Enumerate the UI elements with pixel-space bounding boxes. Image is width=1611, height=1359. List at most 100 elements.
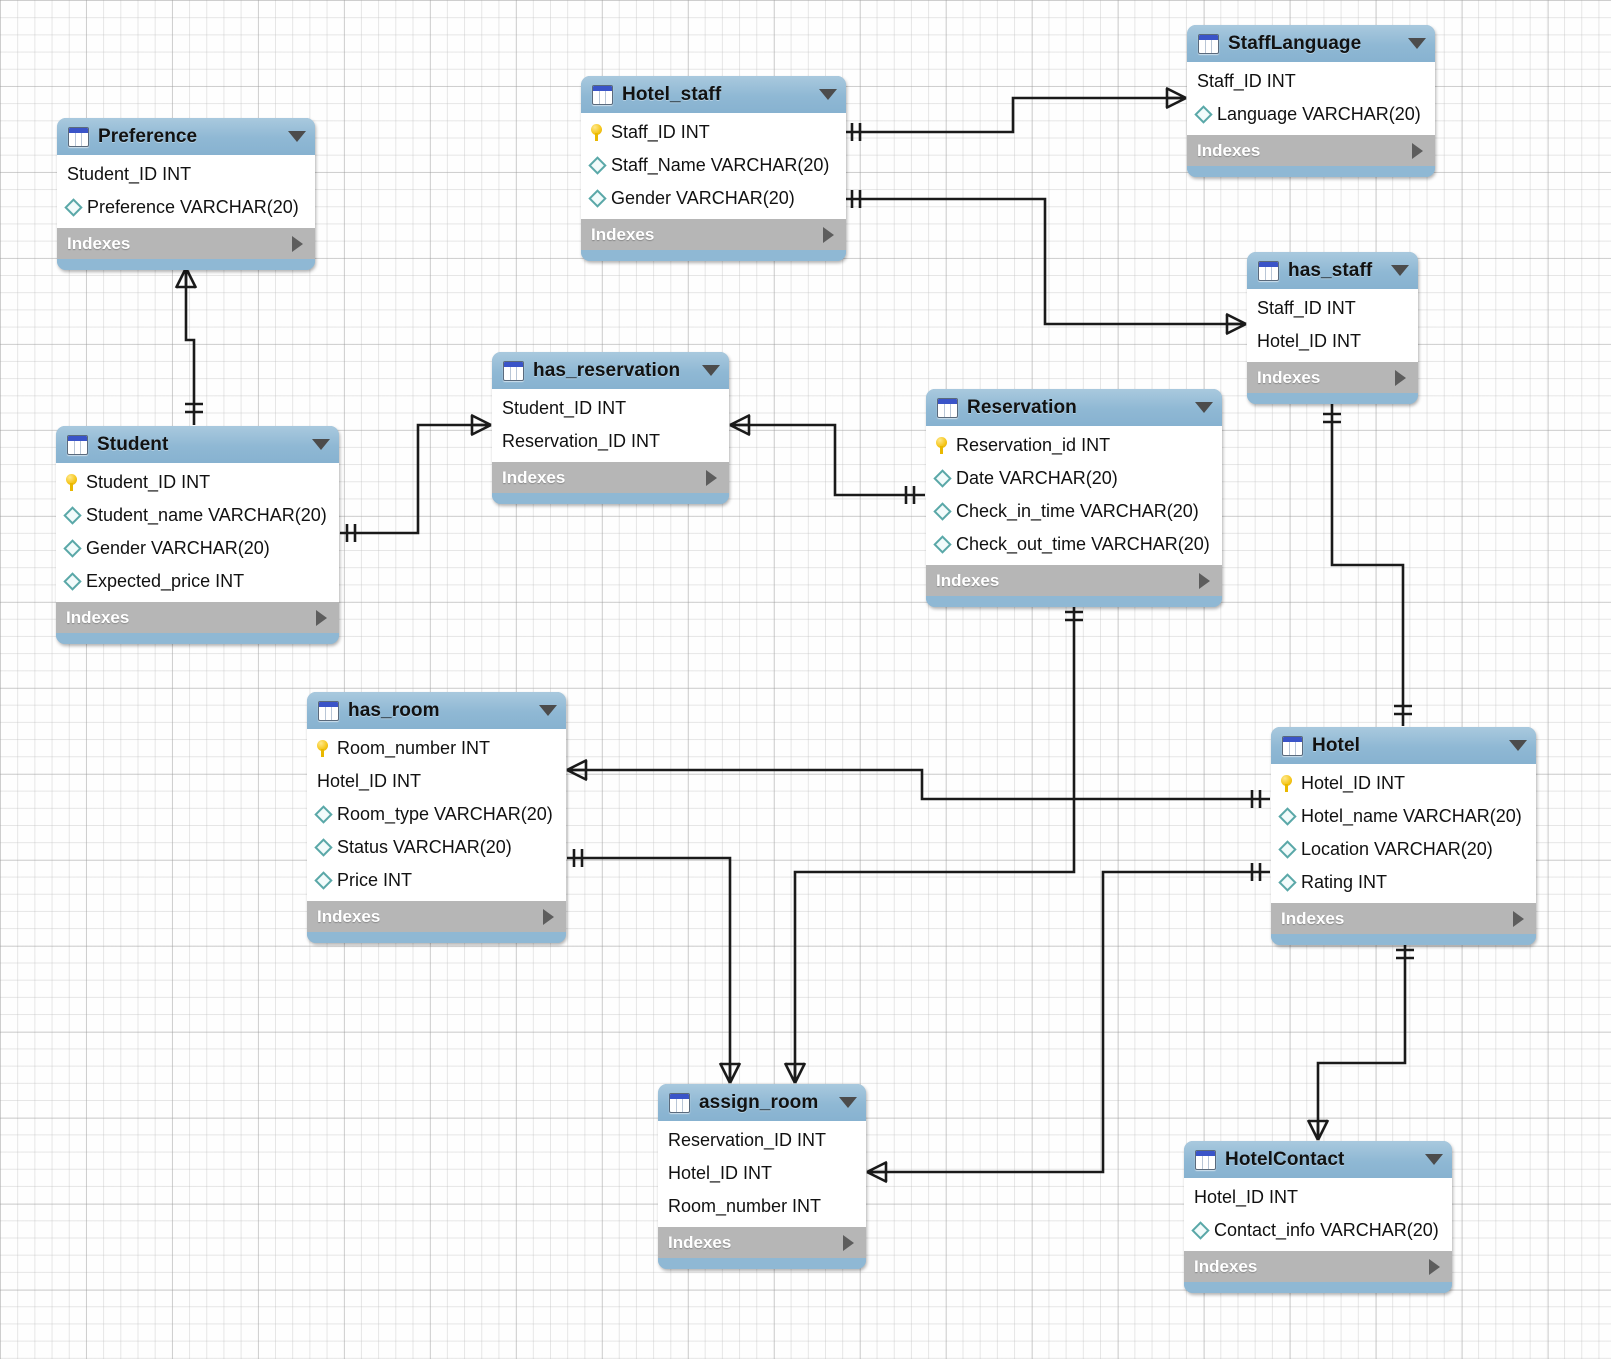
table-header[interactable]: Hotel_staff [581, 76, 846, 113]
chevron-down-icon[interactable] [1391, 265, 1409, 276]
column-row[interactable]: Student_ID INT [57, 158, 315, 191]
chevron-right-icon[interactable] [823, 226, 834, 243]
table-hotel[interactable]: Hotel Hotel_ID INT Hotel_name VARCHAR(20) L… [1271, 727, 1536, 945]
table-reservation[interactable]: Reservation Reservation_id INT Date VARCHA… [926, 389, 1222, 607]
chevron-right-icon[interactable] [1412, 142, 1423, 159]
chevron-down-icon[interactable] [1509, 740, 1527, 751]
column-row[interactable]: Hotel_name VARCHAR(20) [1271, 800, 1536, 833]
table-name-label: Reservation [967, 396, 1077, 418]
column-label: Language VARCHAR(20) [1217, 104, 1421, 124]
indexes-section[interactable]: Indexes [57, 228, 315, 259]
table-name-label: Hotel [1312, 734, 1360, 756]
column-row[interactable]: Price INT [307, 864, 566, 897]
indexes-section[interactable]: Indexes [926, 565, 1222, 596]
column-row[interactable]: Language VARCHAR(20) [1187, 98, 1435, 131]
chevron-down-icon[interactable] [539, 705, 557, 716]
table-header[interactable]: Reservation [926, 389, 1222, 426]
column-list: Hotel_ID INT Hotel_name VARCHAR(20) Locati… [1271, 764, 1536, 903]
chevron-right-icon[interactable] [543, 908, 554, 925]
column-row[interactable]: Reservation_ID INT [658, 1124, 866, 1157]
chevron-down-icon[interactable] [312, 439, 330, 450]
column-row[interactable]: Location VARCHAR(20) [1271, 833, 1536, 866]
indexes-section[interactable]: Indexes [492, 462, 729, 493]
column-row[interactable]: Gender VARCHAR(20) [56, 532, 339, 565]
column-row[interactable]: Contact_info VARCHAR(20) [1184, 1214, 1452, 1247]
table-header[interactable]: Preference [57, 118, 315, 155]
indexes-section[interactable]: Indexes [1271, 903, 1536, 934]
column-row[interactable]: Staff_ID INT [581, 116, 846, 149]
table-student[interactable]: Student Student_ID INT Student_name VARCHA… [56, 426, 339, 644]
table-header[interactable]: assign_room [658, 1084, 866, 1121]
chevron-down-icon[interactable] [1425, 1154, 1443, 1165]
table-name-label: StaffLanguage [1228, 32, 1362, 54]
chevron-right-icon[interactable] [1199, 572, 1210, 589]
chevron-down-icon[interactable] [839, 1097, 857, 1108]
indexes-label: Indexes [1281, 908, 1345, 928]
indexes-section[interactable]: Indexes [1247, 362, 1418, 393]
indexes-section[interactable]: Indexes [56, 602, 339, 633]
chevron-down-icon[interactable] [819, 89, 837, 100]
column-row[interactable]: Staff_ID INT [1247, 292, 1418, 325]
column-row[interactable]: Reservation_ID INT [492, 425, 729, 458]
table-preference[interactable]: Preference Student_ID INT Preference VARCH… [57, 118, 315, 270]
table-has_staff[interactable]: has_staff Staff_ID INT Hotel_ID INT Indexes [1247, 252, 1418, 404]
table-stafflanguage[interactable]: StaffLanguage Staff_ID INT Language VARCHA… [1187, 25, 1435, 177]
column-row[interactable]: Date VARCHAR(20) [926, 462, 1222, 495]
chevron-down-icon[interactable] [1195, 402, 1213, 413]
column-row[interactable]: Hotel_ID INT [1247, 325, 1418, 358]
chevron-right-icon[interactable] [843, 1234, 854, 1251]
column-row[interactable]: Room_number INT [658, 1190, 866, 1223]
table-name-label: HotelContact [1225, 1148, 1345, 1170]
table-has_reservation[interactable]: has_reservation Student_ID INT Reservation… [492, 352, 729, 504]
table-has_room[interactable]: has_room Room_number INT Hotel_ID INT Room_… [307, 692, 566, 943]
table-assign_room[interactable]: assign_room Reservation_ID INT Hotel_ID IN… [658, 1084, 866, 1269]
table-hotelcontact[interactable]: HotelContact Hotel_ID INT Contact_info VAR… [1184, 1141, 1452, 1293]
column-label: Check_out_time VARCHAR(20) [956, 534, 1210, 554]
column-row[interactable]: Hotel_ID INT [658, 1157, 866, 1190]
table-name-label: has_room [348, 699, 440, 721]
table-header[interactable]: has_room [307, 692, 566, 729]
chevron-down-icon[interactable] [702, 365, 720, 376]
indexes-section[interactable]: Indexes [1184, 1251, 1452, 1282]
column-row[interactable]: Room_number INT [307, 732, 566, 765]
column-row[interactable]: Student_name VARCHAR(20) [56, 499, 339, 532]
column-row[interactable]: Hotel_ID INT [1184, 1181, 1452, 1214]
table-header[interactable]: Student [56, 426, 339, 463]
column-list: Hotel_ID INT Contact_info VARCHAR(20) [1184, 1178, 1452, 1251]
table-header[interactable]: has_reservation [492, 352, 729, 389]
chevron-right-icon[interactable] [292, 235, 303, 252]
column-row[interactable]: Staff_Name VARCHAR(20) [581, 149, 846, 182]
column-row[interactable]: Hotel_ID INT [1271, 767, 1536, 800]
column-row[interactable]: Staff_ID INT [1187, 65, 1435, 98]
column-row[interactable]: Reservation_id INT [926, 429, 1222, 462]
column-row[interactable]: Student_ID INT [56, 466, 339, 499]
chevron-down-icon[interactable] [1408, 38, 1426, 49]
column-row[interactable]: Gender VARCHAR(20) [581, 182, 846, 215]
table-header[interactable]: Hotel [1271, 727, 1536, 764]
column-list: Staff_ID INT Language VARCHAR(20) [1187, 62, 1435, 135]
column-row[interactable]: Hotel_ID INT [307, 765, 566, 798]
chevron-right-icon[interactable] [1395, 369, 1406, 386]
chevron-down-icon[interactable] [288, 131, 306, 142]
table-footer [1187, 166, 1435, 177]
indexes-section[interactable]: Indexes [307, 901, 566, 932]
table-hotel_staff[interactable]: Hotel_staff Staff_ID INT Staff_Name VARCHA… [581, 76, 846, 261]
column-row[interactable]: Student_ID INT [492, 392, 729, 425]
table-header[interactable]: StaffLanguage [1187, 25, 1435, 62]
column-row[interactable]: Check_in_time VARCHAR(20) [926, 495, 1222, 528]
column-row[interactable]: Check_out_time VARCHAR(20) [926, 528, 1222, 561]
column-row[interactable]: Expected_price INT [56, 565, 339, 598]
column-row[interactable]: Status VARCHAR(20) [307, 831, 566, 864]
column-row[interactable]: Rating INT [1271, 866, 1536, 899]
table-header[interactable]: HotelContact [1184, 1141, 1452, 1178]
chevron-right-icon[interactable] [1429, 1258, 1440, 1275]
chevron-right-icon[interactable] [706, 469, 717, 486]
indexes-section[interactable]: Indexes [1187, 135, 1435, 166]
column-row[interactable]: Room_type VARCHAR(20) [307, 798, 566, 831]
chevron-right-icon[interactable] [316, 609, 327, 626]
chevron-right-icon[interactable] [1513, 910, 1524, 927]
table-header[interactable]: has_staff [1247, 252, 1418, 289]
indexes-section[interactable]: Indexes [658, 1227, 866, 1258]
column-row[interactable]: Preference VARCHAR(20) [57, 191, 315, 224]
indexes-section[interactable]: Indexes [581, 219, 846, 250]
